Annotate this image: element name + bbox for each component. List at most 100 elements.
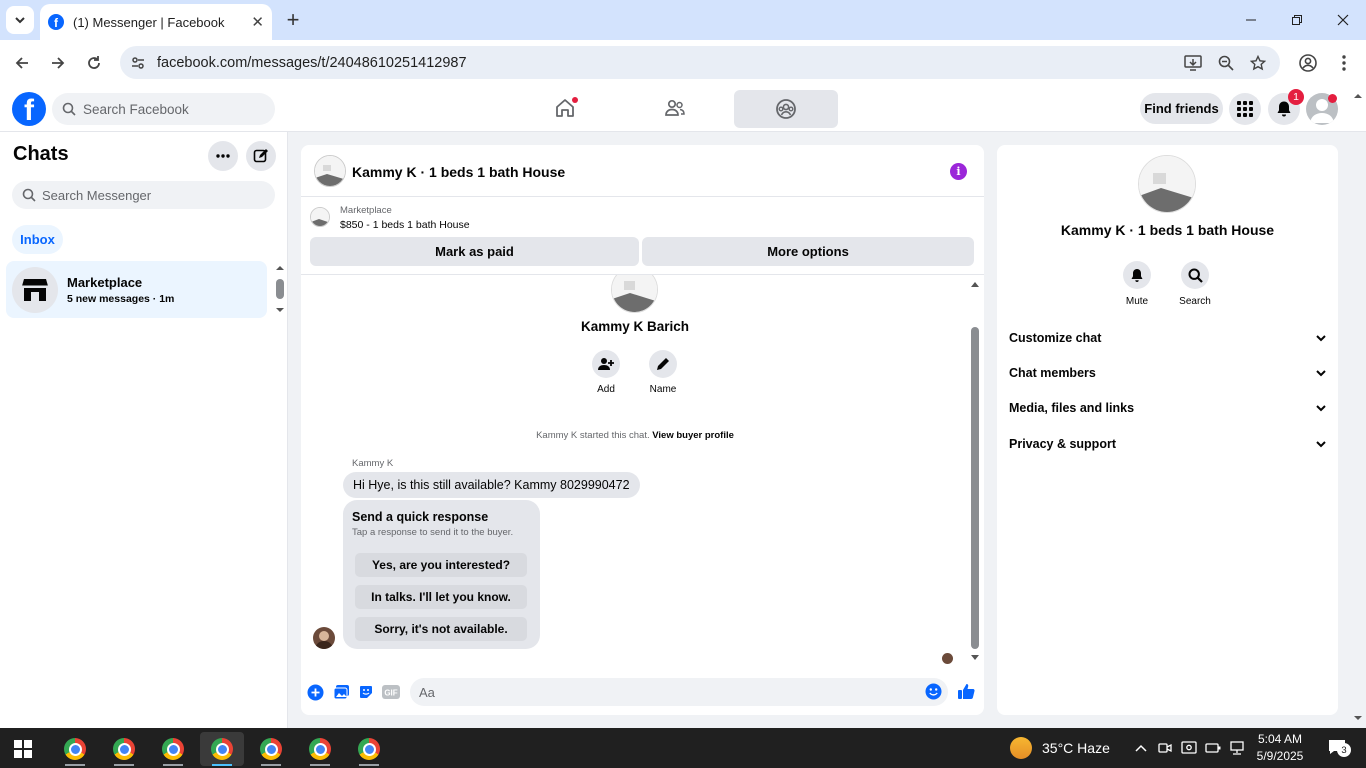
- house-photo-icon: [612, 275, 657, 312]
- address-bar-row: facebook.com/messages/t/2404861025141298…: [0, 40, 1366, 86]
- chat-members-section[interactable]: Chat members: [997, 356, 1338, 390]
- chrome-icon: [113, 738, 135, 760]
- chevron-up-icon: [1135, 744, 1147, 752]
- url-omnibox[interactable]: facebook.com/messages/t/2404861025141298…: [120, 46, 1280, 79]
- svg-text:GIF: GIF: [384, 689, 397, 698]
- messenger-search[interactable]: [12, 181, 275, 209]
- screen-capture-icon[interactable]: [1180, 738, 1198, 758]
- forward-button[interactable]: [44, 49, 72, 77]
- profile-avatar[interactable]: [611, 275, 658, 313]
- plus-circle-icon[interactable]: [306, 683, 324, 701]
- listing-thumbnail[interactable]: [314, 155, 346, 187]
- mark-as-paid-button[interactable]: Mark as paid: [310, 237, 639, 266]
- browser-tab[interactable]: f (1) Messenger | Facebook ✕: [40, 4, 272, 40]
- quick-response-option[interactable]: In talks. I'll let you know.: [355, 585, 527, 609]
- conversation-title[interactable]: Kammy K · 1 beds 1 bath House: [352, 164, 565, 180]
- reload-button[interactable]: [80, 49, 108, 77]
- tab-search-button[interactable]: [6, 6, 34, 34]
- taskbar-chrome-app-active[interactable]: [200, 732, 244, 766]
- listing-card-thumbnail[interactable]: [310, 207, 330, 227]
- chats-options-button[interactable]: [208, 141, 238, 171]
- chevron-down-icon: [15, 17, 25, 24]
- compose-icon: [253, 149, 268, 163]
- name-action[interactable]: Name: [643, 350, 683, 395]
- facebook-search[interactable]: [52, 93, 275, 125]
- details-avatar[interactable]: [1138, 155, 1196, 213]
- taskbar-chrome-app[interactable]: [298, 732, 342, 766]
- add-action[interactable]: Add: [586, 350, 626, 395]
- chrome-icon: [358, 738, 380, 760]
- taskbar-chrome-app[interactable]: [53, 732, 97, 766]
- mute-label: Mute: [1125, 296, 1149, 307]
- minimize-button[interactable]: [1228, 0, 1274, 40]
- new-tab-button[interactable]: +: [282, 7, 304, 32]
- taskbar-chrome-app[interactable]: [151, 732, 195, 766]
- emoji-icon[interactable]: [925, 683, 942, 705]
- view-buyer-profile-link[interactable]: View buyer profile: [652, 430, 734, 441]
- network-icon[interactable]: [1228, 738, 1246, 758]
- show-hidden-icons[interactable]: [1132, 738, 1150, 758]
- media-files-links-section[interactable]: Media, files and links: [997, 391, 1338, 425]
- pencil-icon: [649, 350, 677, 378]
- quick-response-option[interactable]: Yes, are you interested?: [355, 553, 527, 577]
- meet-now-icon[interactable]: [1156, 738, 1174, 758]
- incoming-message[interactable]: Hi Hye, is this still available? Kammy 8…: [343, 472, 640, 498]
- page-scrollbar[interactable]: [1352, 90, 1364, 726]
- browser-menu-button[interactable]: [1330, 49, 1358, 77]
- chats-scrollbar[interactable]: [275, 265, 285, 313]
- windows-start-icon[interactable]: [14, 740, 32, 758]
- profile-button[interactable]: [1294, 49, 1322, 77]
- kebab-menu-icon: [1342, 55, 1346, 71]
- sticker-icon[interactable]: [357, 683, 375, 701]
- more-options-button[interactable]: More options: [642, 237, 974, 266]
- notification-center[interactable]: 3: [1322, 737, 1352, 757]
- customize-chat-section[interactable]: Customize chat: [997, 321, 1338, 355]
- sender-avatar[interactable]: [313, 627, 335, 649]
- restore-button[interactable]: [1274, 0, 1320, 40]
- privacy-support-section[interactable]: Privacy & support: [997, 427, 1338, 461]
- taskbar-chrome-app[interactable]: [347, 732, 391, 766]
- message-input[interactable]: [419, 684, 909, 700]
- battery-icon[interactable]: [1204, 738, 1222, 758]
- message-composer: GIF: [301, 673, 984, 713]
- weather-widget[interactable]: 35°C Haze: [1010, 737, 1110, 759]
- nav-tab-friends[interactable]: [623, 86, 727, 130]
- site-info-icon[interactable]: [130, 55, 154, 71]
- listing-price-title[interactable]: $850 - 1 beds 1 bath House: [340, 219, 470, 231]
- new-message-button[interactable]: [246, 141, 276, 171]
- gif-icon[interactable]: GIF: [382, 683, 400, 701]
- thumbs-up-icon[interactable]: [957, 682, 975, 700]
- chat-name: Marketplace: [67, 275, 143, 290]
- section-title: Customize chat: [1009, 331, 1102, 345]
- nav-tab-home[interactable]: [513, 86, 617, 130]
- close-window-button[interactable]: [1320, 0, 1366, 40]
- search-action[interactable]: Search: [1172, 261, 1218, 307]
- quick-response-option[interactable]: Sorry, it's not available.: [355, 617, 527, 641]
- taskbar-chrome-app[interactable]: [249, 732, 293, 766]
- menu-button[interactable]: [1229, 93, 1261, 125]
- thread-scrollbar[interactable]: [968, 275, 982, 670]
- chat-list-item[interactable]: Marketplace 5 new messages · 1m: [6, 261, 267, 318]
- mute-action[interactable]: Mute: [1114, 261, 1160, 307]
- system-clock[interactable]: 5:04 AM 5/9/2025: [1252, 731, 1308, 765]
- message-input-box[interactable]: [410, 678, 948, 706]
- inbox-filter-tab[interactable]: Inbox: [12, 225, 63, 254]
- bookmark-star-icon[interactable]: [1250, 54, 1266, 71]
- photo-icon[interactable]: [332, 683, 350, 701]
- find-friends-button[interactable]: Find friends: [1140, 93, 1223, 124]
- taskbar-chrome-app[interactable]: [102, 732, 146, 766]
- nav-tab-groups[interactable]: [734, 90, 838, 128]
- facebook-logo-icon[interactable]: f: [12, 92, 46, 126]
- tab-close-icon[interactable]: ✕: [251, 13, 264, 31]
- account-notification-dot: [1328, 94, 1337, 103]
- install-app-icon[interactable]: [1184, 54, 1202, 71]
- info-icon[interactable]: i: [950, 163, 967, 180]
- facebook-search-input[interactable]: [83, 101, 263, 117]
- messenger-search-input[interactable]: [42, 187, 262, 203]
- thread-scrollbar-thumb[interactable]: [971, 327, 979, 649]
- back-button[interactable]: [8, 49, 36, 77]
- reload-icon: [88, 56, 100, 69]
- chrome-icon: [64, 738, 86, 760]
- chevron-down-icon: [1316, 334, 1326, 341]
- zoom-icon[interactable]: [1218, 55, 1234, 71]
